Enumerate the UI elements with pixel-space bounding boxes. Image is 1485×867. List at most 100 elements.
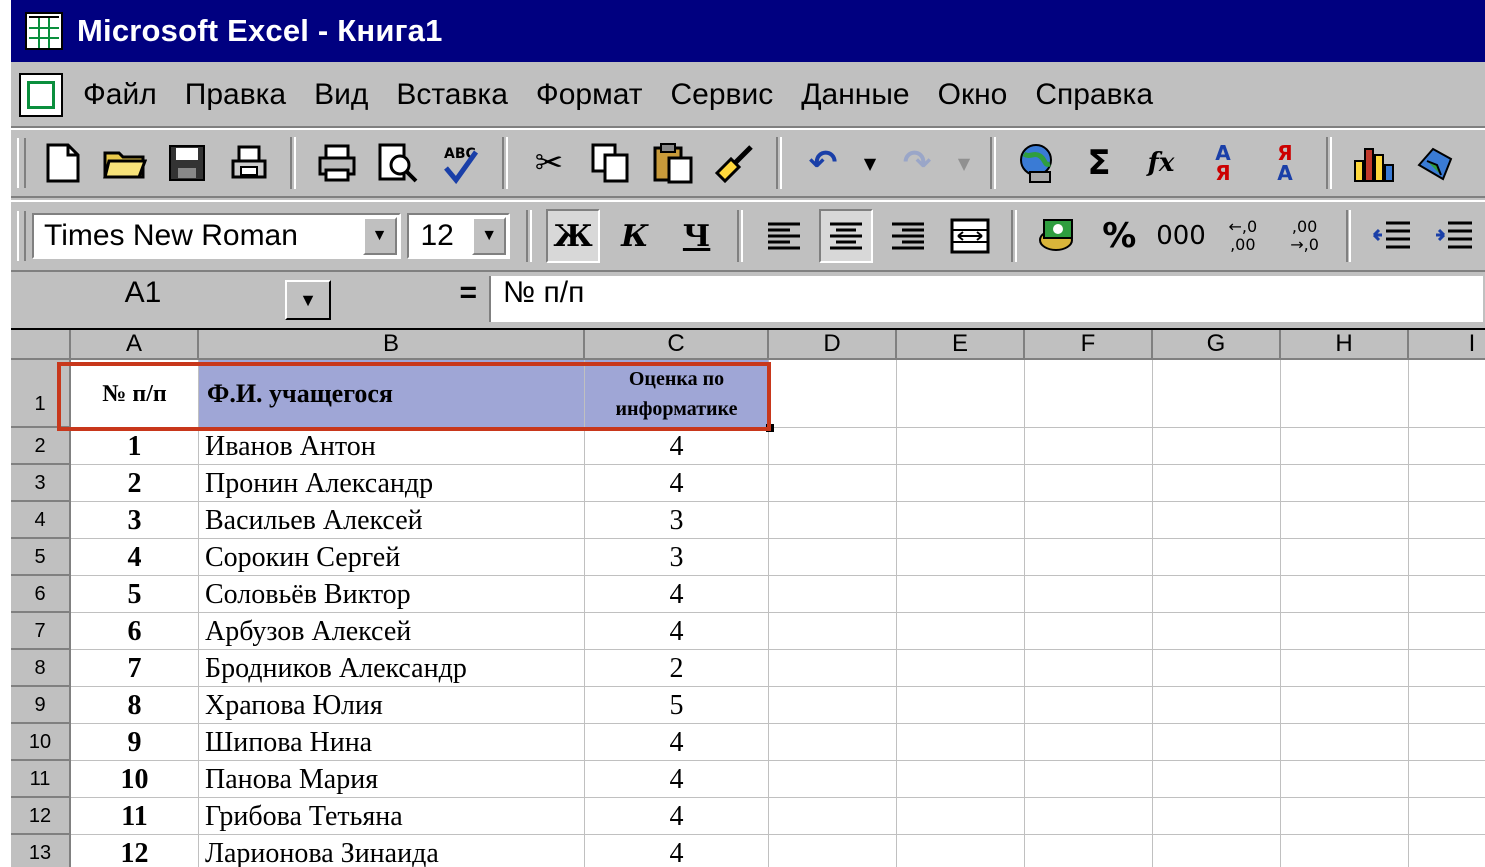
cell-name[interactable]: Арбузов Алексей [199, 613, 585, 650]
toolbar-grip[interactable] [17, 211, 26, 261]
column-header[interactable]: E [897, 330, 1025, 360]
copy-icon[interactable] [584, 136, 638, 190]
cell[interactable] [1281, 613, 1409, 650]
cell[interactable] [1025, 576, 1153, 613]
decrease-decimal-icon[interactable]: ,00 →,0 [1278, 209, 1332, 263]
web-globe-icon[interactable] [1010, 136, 1064, 190]
header-cell-name[interactable]: Ф.И. учащегося [199, 360, 585, 428]
cell[interactable] [1025, 650, 1153, 687]
cell-name[interactable]: Васильев Алексей [199, 502, 585, 539]
cell[interactable] [897, 761, 1025, 798]
cell-name[interactable]: Панова Мария [199, 761, 585, 798]
save-icon[interactable] [160, 136, 214, 190]
column-header[interactable]: D [769, 330, 897, 360]
cut-icon[interactable]: ✂ [522, 136, 576, 190]
redo-dropdown-icon[interactable]: ▼ [952, 136, 976, 190]
cell[interactable] [1409, 465, 1485, 502]
print-preview-icon[interactable] [372, 136, 426, 190]
cell-grade[interactable]: 2 [585, 650, 769, 687]
cell[interactable] [1409, 835, 1485, 867]
cell[interactable] [1025, 613, 1153, 650]
select-all-corner[interactable] [11, 330, 71, 360]
cell[interactable] [1025, 502, 1153, 539]
cell[interactable] [1025, 761, 1153, 798]
cell-grade[interactable]: 4 [585, 724, 769, 761]
menu-insert[interactable]: Вставка [396, 78, 508, 112]
row-header[interactable]: 12 [11, 798, 71, 835]
menu-tools[interactable]: Сервис [670, 78, 773, 112]
cell[interactable] [897, 835, 1025, 867]
cell[interactable] [897, 650, 1025, 687]
cell-name[interactable]: Шипова Нина [199, 724, 585, 761]
sort-descending-icon[interactable]: ЯА [1258, 136, 1312, 190]
open-folder-icon[interactable] [98, 136, 152, 190]
cell-name[interactable]: Ларионова Зинаида [199, 835, 585, 867]
cell[interactable] [769, 465, 897, 502]
cell[interactable] [1025, 724, 1153, 761]
cell[interactable] [1281, 360, 1409, 428]
merge-center-icon[interactable] [943, 209, 997, 263]
cell[interactable] [1025, 687, 1153, 724]
menu-format[interactable]: Формат [536, 78, 643, 112]
cell-number[interactable]: 11 [71, 798, 199, 835]
percent-style-button[interactable]: % [1092, 209, 1146, 263]
row-header[interactable]: 4 [11, 502, 71, 539]
undo-dropdown-icon[interactable]: ▼ [858, 136, 882, 190]
cell[interactable] [1281, 539, 1409, 576]
formula-input[interactable]: № п/п [489, 276, 1483, 322]
currency-style-icon[interactable] [1031, 209, 1085, 263]
cell-name[interactable]: Пронин Александр [199, 465, 585, 502]
cell[interactable] [1409, 360, 1485, 428]
toolbar-grip[interactable] [17, 138, 26, 188]
cell[interactable] [1153, 761, 1281, 798]
row-header[interactable]: 2 [11, 428, 71, 465]
font-size-select[interactable]: 12 ▼ [406, 213, 511, 259]
cell-grade[interactable]: 4 [585, 613, 769, 650]
row-header[interactable]: 7 [11, 613, 71, 650]
cell-name[interactable]: Бродников Александр [199, 650, 585, 687]
cell[interactable] [769, 428, 897, 465]
cell-number[interactable]: 10 [71, 761, 199, 798]
cell[interactable] [1281, 835, 1409, 867]
cell[interactable] [1281, 576, 1409, 613]
cell-number[interactable]: 1 [71, 428, 199, 465]
column-header[interactable]: I [1409, 330, 1485, 360]
cell[interactable] [769, 650, 897, 687]
cell-number[interactable]: 5 [71, 576, 199, 613]
cell[interactable] [897, 360, 1025, 428]
cell[interactable] [897, 539, 1025, 576]
paste-function-icon[interactable]: fx [1134, 136, 1188, 190]
column-header[interactable]: A [71, 330, 199, 360]
cell[interactable] [1025, 539, 1153, 576]
workbook-icon[interactable] [19, 73, 63, 117]
cell[interactable] [1025, 798, 1153, 835]
bold-button[interactable]: Ж [546, 209, 600, 263]
cell[interactable] [1281, 687, 1409, 724]
sort-ascending-icon[interactable]: АЯ [1196, 136, 1250, 190]
cell[interactable] [1281, 502, 1409, 539]
row-header[interactable]: 5 [11, 539, 71, 576]
cell[interactable] [897, 576, 1025, 613]
cell[interactable] [1281, 650, 1409, 687]
cell-name[interactable]: Соловьёв Виктор [199, 576, 585, 613]
cell[interactable] [1409, 650, 1485, 687]
name-box[interactable]: A1 ▼ [13, 276, 333, 322]
cell[interactable] [1153, 724, 1281, 761]
map-icon[interactable] [1408, 136, 1462, 190]
cell[interactable] [897, 502, 1025, 539]
column-header[interactable]: G [1153, 330, 1281, 360]
chevron-down-icon[interactable]: ▼ [472, 217, 507, 255]
underline-button[interactable]: Ч [670, 209, 724, 263]
cell-name[interactable]: Храпова Юлия [199, 687, 585, 724]
print-preview-file-icon[interactable] [222, 136, 276, 190]
increase-indent-icon[interactable] [1427, 209, 1481, 263]
cell[interactable] [769, 613, 897, 650]
cell[interactable] [1153, 835, 1281, 867]
cell[interactable] [1409, 724, 1485, 761]
cell[interactable] [897, 724, 1025, 761]
redo-icon[interactable]: ↷ [890, 136, 944, 190]
cell-grade[interactable]: 4 [585, 798, 769, 835]
cell-grade[interactable]: 4 [585, 576, 769, 613]
row-header[interactable]: 9 [11, 687, 71, 724]
cell[interactable] [1153, 798, 1281, 835]
